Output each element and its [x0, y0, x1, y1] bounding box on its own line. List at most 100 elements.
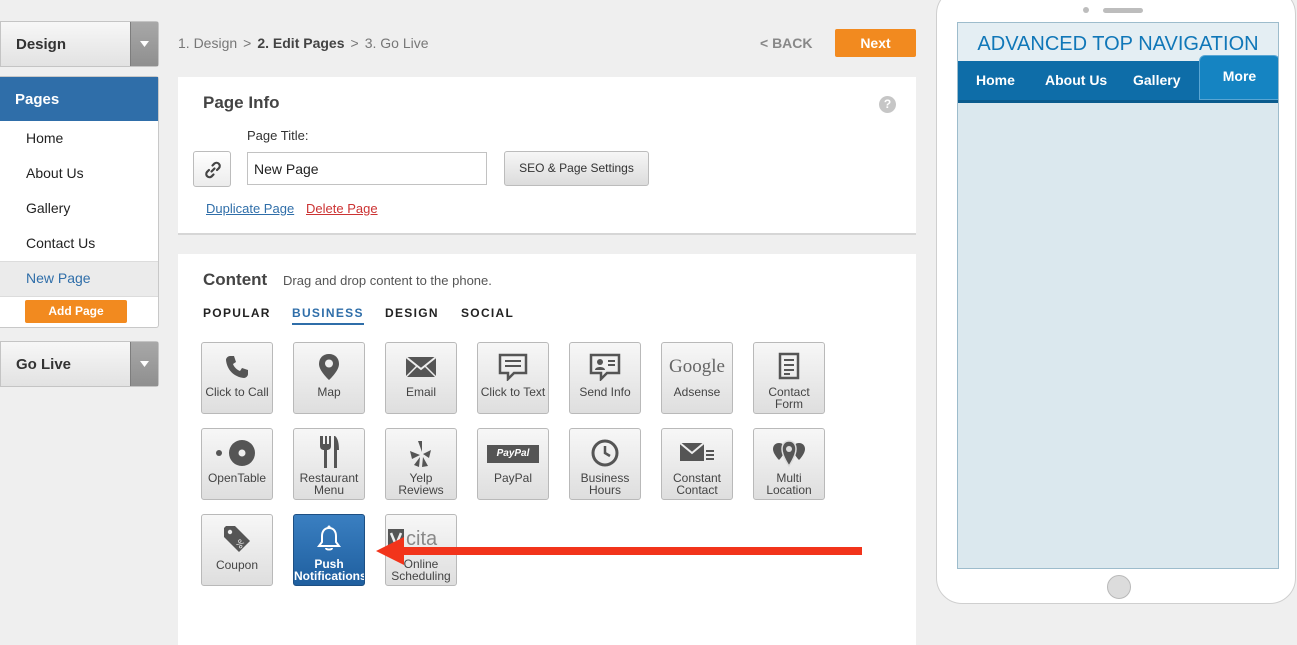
tile-label: OpenTable	[207, 471, 267, 485]
help-icon[interactable]: ?	[879, 96, 896, 113]
map-pin-icon	[319, 354, 339, 380]
go-live-section-button[interactable]: Go Live	[0, 341, 159, 387]
go-live-expand-toggle[interactable]	[130, 342, 158, 386]
tile-label: Email	[405, 385, 436, 399]
chevron-down-icon	[140, 361, 149, 367]
content-subtitle: Drag and drop content to the phone.	[283, 273, 492, 288]
phone-home-button	[1107, 575, 1131, 599]
tile-yelp-reviews[interactable]: Yelp Reviews	[385, 428, 457, 500]
tile-label: Form	[775, 397, 803, 411]
tile-label: Notifications	[294, 569, 365, 583]
back-button[interactable]: < BACK	[760, 35, 813, 51]
pages-header: Pages	[0, 77, 158, 121]
tile-map[interactable]: Map	[293, 342, 365, 414]
form-icon	[778, 352, 800, 380]
breadcrumb-step-edit-pages: 2. Edit Pages	[257, 35, 345, 51]
google-logo-icon: Google	[669, 356, 725, 377]
tile-label: Send Info	[579, 385, 631, 399]
tile-business-hours[interactable]: Business Hours	[569, 428, 641, 500]
phone-screen[interactable]: ADVANCED TOP NAVIGATION Home About Us Ga…	[957, 22, 1279, 569]
tile-label: Coupon	[215, 558, 259, 572]
seo-page-settings-button[interactable]: SEO & Page Settings	[504, 151, 649, 186]
speech-bubble-icon	[498, 353, 528, 381]
phone-speaker	[1103, 8, 1143, 13]
tile-label: Location	[766, 483, 812, 497]
phone-nav-about-us[interactable]: About Us	[1045, 72, 1107, 88]
yelp-icon	[410, 441, 431, 467]
tile-label: Scheduling	[391, 569, 451, 583]
phone-nav-home[interactable]: Home	[976, 72, 1015, 88]
tile-constant-contact[interactable]: Constant Contact	[661, 428, 733, 500]
clock-icon	[591, 439, 619, 467]
tab-popular[interactable]: POPULAR	[203, 306, 271, 320]
page-item-home[interactable]: Home	[0, 121, 158, 156]
tile-coupon[interactable]: % Coupon	[201, 514, 273, 586]
pages-panel: Pages Home About Us Gallery Contact Us N…	[0, 76, 159, 328]
tile-push-notifications[interactable]: Push Notifications	[293, 514, 365, 586]
delete-page-link[interactable]: Delete Page	[306, 201, 378, 216]
tile-label: Hours	[588, 483, 621, 497]
tile-click-to-call[interactable]: Click to Call	[201, 342, 273, 414]
chevron-down-icon	[140, 41, 149, 47]
phone-nav-gallery[interactable]: Gallery	[1133, 72, 1180, 88]
content-title: Content	[203, 270, 268, 289]
phone-nav-more[interactable]: More	[1199, 55, 1278, 100]
tile-send-info[interactable]: Send Info	[569, 342, 641, 414]
breadcrumb: 1. Design >2. Edit Pages >3. Go Live	[178, 35, 429, 51]
tile-restaurant-menu[interactable]: Restaurant Menu	[293, 428, 365, 500]
tile-contact-form[interactable]: Contact Form	[753, 342, 825, 414]
duplicate-page-link[interactable]: Duplicate Page	[206, 201, 294, 216]
phone-top-nav: Home About Us Gallery More	[958, 55, 1278, 103]
tile-label: PayPal	[493, 471, 533, 485]
tile-email[interactable]: Email	[385, 342, 457, 414]
tile-multi-location[interactable]: Multi Location	[753, 428, 825, 500]
page-item-contact-us[interactable]: Contact Us	[0, 226, 158, 261]
phone-icon	[226, 356, 248, 378]
tile-label: Map	[317, 385, 341, 399]
tab-social[interactable]: SOCIAL	[461, 306, 514, 320]
page-item-new-page[interactable]: New Page	[0, 261, 158, 297]
contact-card-icon	[589, 353, 621, 381]
envelope-icon	[405, 356, 437, 378]
add-page-button[interactable]: Add Page	[25, 300, 127, 323]
link-icon	[205, 161, 221, 179]
annotation-arrow	[376, 537, 862, 565]
tab-business[interactable]: BUSINESS	[292, 306, 364, 325]
content-panel: Content Drag and drop content to the pho…	[178, 254, 916, 645]
link-page-button[interactable]	[193, 151, 231, 187]
go-live-label: Go Live	[16, 356, 72, 373]
tile-label: Click to Call	[205, 385, 269, 399]
bell-icon	[317, 525, 341, 551]
tile-adsense[interactable]: Google Adsense	[661, 342, 733, 414]
page-info-title: Page Info	[203, 93, 280, 112]
breadcrumb-step-go-live[interactable]: 3. Go Live	[365, 35, 429, 51]
tile-label: Click to Text	[480, 385, 546, 399]
next-button[interactable]: Next	[835, 29, 916, 57]
phone-preview: ADVANCED TOP NAVIGATION Home About Us Ga…	[936, 0, 1296, 604]
design-section-button[interactable]: Design	[0, 21, 159, 67]
design-label: Design	[16, 36, 67, 53]
multi-pin-icon	[773, 440, 805, 467]
breadcrumb-separator: >	[243, 35, 252, 51]
page-title-input[interactable]	[247, 152, 487, 185]
fork-knife-icon	[320, 436, 339, 468]
page-item-gallery[interactable]: Gallery	[0, 191, 158, 226]
tile-click-to-text[interactable]: Click to Text	[477, 342, 549, 414]
page-info-panel: Page Info ? Page Title: SEO & Page Setti…	[178, 77, 916, 235]
page-title-label: Page Title:	[247, 128, 309, 143]
opentable-icon	[216, 440, 255, 466]
phone-camera	[1083, 7, 1089, 13]
page-item-about-us[interactable]: About Us	[0, 156, 158, 191]
breadcrumb-separator: >	[350, 35, 359, 51]
paypal-icon: PayPal	[486, 445, 540, 463]
tile-opentable[interactable]: OpenTable	[201, 428, 273, 500]
tile-label: Adsense	[673, 385, 721, 399]
coupon-tag-icon: %	[224, 526, 250, 552]
tile-label: Reviews	[398, 483, 444, 497]
tile-label: Menu	[313, 483, 345, 497]
tile-label: Contact	[676, 483, 718, 497]
tile-paypal[interactable]: PayPal PayPal	[477, 428, 549, 500]
tab-design[interactable]: DESIGN	[385, 306, 439, 320]
breadcrumb-step-design[interactable]: 1. Design	[178, 35, 237, 51]
design-expand-toggle[interactable]	[130, 22, 158, 66]
